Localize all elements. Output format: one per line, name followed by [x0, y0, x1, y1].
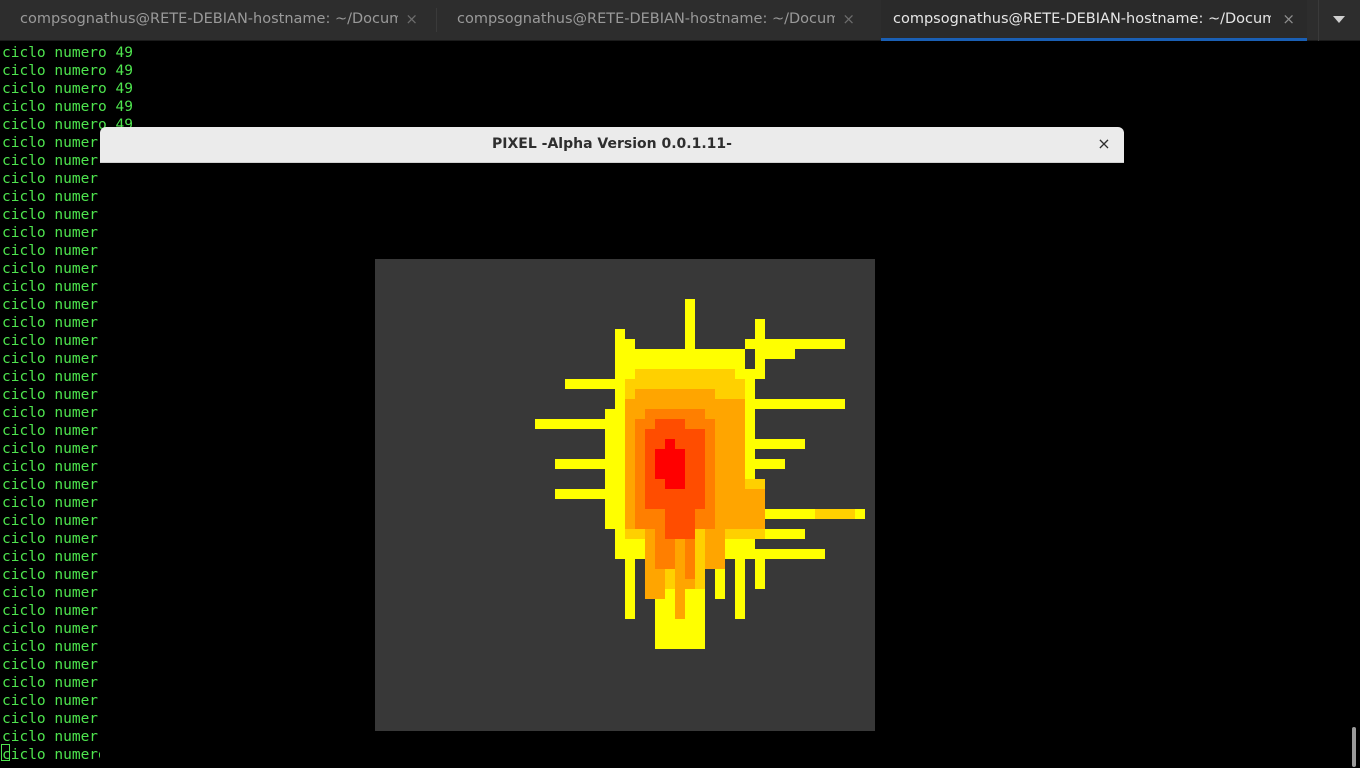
- close-icon[interactable]: ×: [1094, 134, 1114, 154]
- tab-bar: compsognathus@RETE-DEBIAN-hostname: ~/Do…: [0, 0, 1360, 41]
- terminal-line: ciclo numer: [2, 729, 99, 745]
- window-titlebar[interactable]: PIXEL -Alpha Version 0.0.1.11- ×: [100, 127, 1124, 163]
- tab-close-icon[interactable]: ×: [1282, 10, 1295, 28]
- terminal-line: ciclo numer: [2, 297, 99, 313]
- terminal-scrollbar[interactable]: [1348, 41, 1360, 768]
- flame-pixel: [665, 439, 675, 459]
- terminal-line: ciclo numer: [2, 423, 99, 439]
- terminal-line: ciclo numer: [2, 315, 99, 331]
- terminal-line: ciclo numer: [2, 387, 99, 403]
- terminal-line: ciclo numero 49: [2, 81, 133, 97]
- terminal-line: ciclo numer: [2, 369, 99, 385]
- flame-pixel-art: [535, 299, 865, 649]
- pixel-canvas[interactable]: [375, 259, 875, 731]
- flame-pixel: [635, 369, 735, 389]
- terminal-line: ciclo numer: [2, 639, 99, 655]
- terminal-line: ciclo numero 49: [2, 99, 133, 115]
- terminal-line: ciclo numer: [2, 495, 99, 511]
- flame-pixel: [745, 459, 785, 469]
- window-body: [100, 163, 1124, 768]
- pixel-app-window: PIXEL -Alpha Version 0.0.1.11- ×: [100, 127, 1124, 768]
- terminal-line: ciclo numer: [2, 261, 99, 277]
- tab-title: compsognathus@RETE-DEBIAN-hostname: ~/Do…: [893, 11, 1271, 27]
- flame-pixel: [745, 339, 845, 349]
- flame-pixel: [625, 339, 635, 379]
- flame-pixel: [815, 509, 855, 519]
- terminal-line: ciclo numer: [2, 459, 99, 475]
- flame-pixel: [765, 349, 795, 359]
- chevron-down-icon: [1333, 16, 1345, 23]
- terminal-line: ciclo numer: [2, 243, 99, 259]
- terminal-line: ciclo numer: [2, 279, 99, 295]
- flame-pixel: [755, 559, 765, 589]
- terminal-line: ciclo numer: [2, 225, 99, 241]
- flame-pixel: [615, 329, 625, 379]
- tab-terminal-3-active[interactable]: compsognathus@RETE-DEBIAN-hostname: ~/Do…: [881, 0, 1307, 41]
- flame-pixel: [745, 439, 805, 449]
- terminal-line: ciclo numer: [2, 207, 99, 223]
- terminal-line: ciclo numer: [2, 585, 99, 601]
- terminal-line: ciclo numer: [2, 657, 99, 673]
- terminal-line: ciclo numer: [2, 567, 99, 583]
- flame-pixel: [555, 489, 615, 499]
- terminal-line: ciclo numer: [2, 189, 99, 205]
- flame-pixel: [735, 489, 765, 529]
- terminal-line: ciclo numer: [2, 441, 99, 457]
- flame-pixel: [735, 349, 745, 379]
- tab-close-icon[interactable]: ×: [842, 10, 855, 28]
- flame-pixel: [675, 589, 685, 619]
- flame-pixel: [535, 419, 615, 429]
- tab-title: compsognathus@RETE-DEBIAN-hostname: ~/Do…: [20, 11, 398, 27]
- flame-pixel: [665, 509, 695, 539]
- tab-terminal-2[interactable]: compsognathus@RETE-DEBIAN-hostname: ~/Do…: [437, 0, 873, 41]
- tab-close-icon[interactable]: ×: [405, 10, 418, 28]
- terminal-line: ciclo numer: [2, 477, 99, 493]
- flame-pixel: [745, 399, 845, 409]
- flame-pixel: [565, 379, 625, 389]
- tab-terminal-1[interactable]: compsognathus@RETE-DEBIAN-hostname: ~/Do…: [0, 0, 436, 41]
- terminal-line: ciclo numer: [2, 621, 99, 637]
- flame-pixel: [625, 559, 635, 619]
- flame-pixel: [685, 299, 695, 379]
- terminal-line: ciclo numer: [2, 603, 99, 619]
- terminal-line: ciclo numer: [2, 549, 99, 565]
- terminal-line: ciclo numer: [2, 333, 99, 349]
- flame-pixel: [635, 389, 715, 409]
- terminal-line: ciclo numer: [2, 405, 99, 421]
- flame-pixel: [665, 479, 685, 489]
- terminal-line: ciclo numer: [2, 513, 99, 529]
- flame-pixel: [705, 529, 725, 569]
- flame-pixel: [675, 459, 685, 479]
- terminal-line: ciclo numer: [2, 171, 99, 187]
- terminal-line: ciclo numer: [2, 531, 99, 547]
- flame-pixel: [735, 559, 745, 619]
- terminal-line: ciclo numer: [2, 711, 99, 727]
- scrollbar-thumb[interactable]: [1352, 727, 1356, 767]
- terminal-line: ciclo numer: [2, 693, 99, 709]
- tab-title: compsognathus@RETE-DEBIAN-hostname: ~/Do…: [457, 11, 835, 27]
- flame-pixel: [655, 419, 685, 439]
- terminal-line: ciclo numer: [2, 135, 99, 151]
- window-title: PIXEL -Alpha Version 0.0.1.11-: [492, 136, 732, 152]
- terminal-line: ciclo numer: [2, 153, 99, 169]
- flame-pixel: [605, 429, 625, 469]
- terminal-line: ciclo numer: [2, 675, 99, 691]
- flame-pixel: [745, 549, 825, 559]
- terminal-line: ciclo numero 49: [2, 45, 133, 61]
- terminal-line: ciclo numer: [2, 351, 99, 367]
- terminal-line: ciclo numero 49: [2, 63, 133, 79]
- tab-list-menu-button[interactable]: [1318, 0, 1360, 41]
